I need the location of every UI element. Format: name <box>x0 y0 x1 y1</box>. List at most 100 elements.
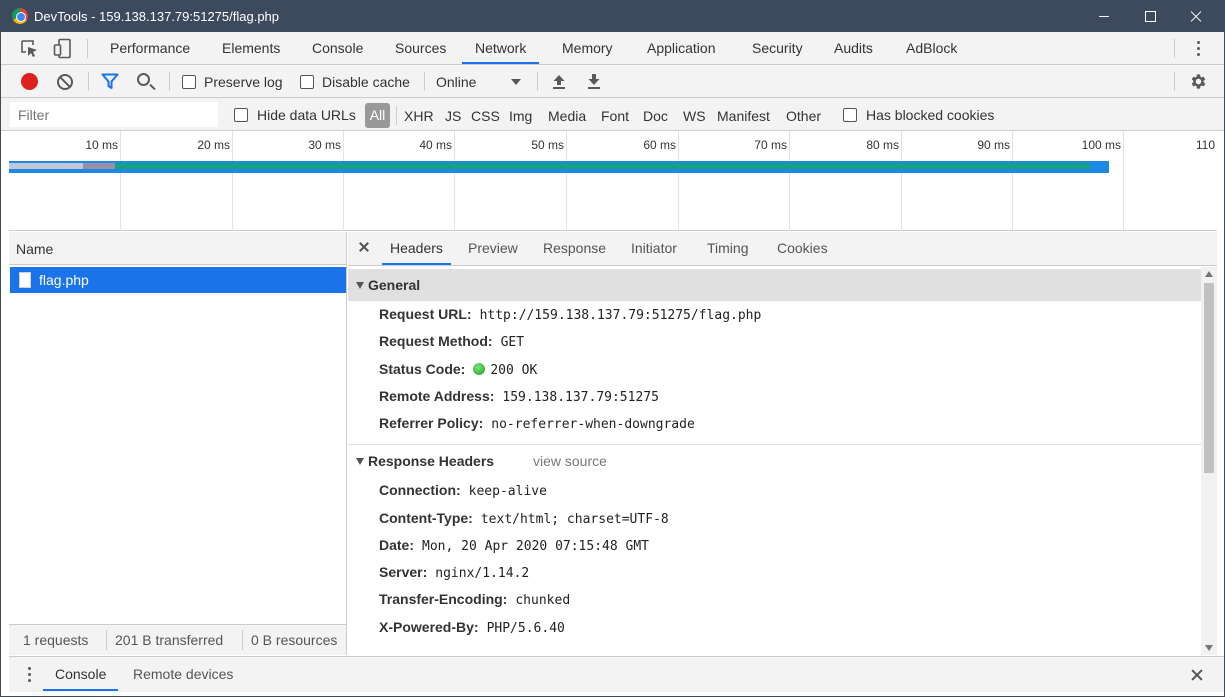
chevron-down-icon[interactable] <box>511 79 521 85</box>
header-key: Referrer Policy: <box>379 415 484 431</box>
scroll-down-icon[interactable] <box>1205 645 1213 651</box>
filter-type-doc[interactable]: Doc <box>643 108 668 124</box>
header-value: 159.138.137.79:51275 <box>502 390 659 405</box>
request-row[interactable]: flag.php <box>10 267 346 293</box>
gridline <box>120 131 121 231</box>
general-section-header[interactable]: General <box>348 269 1201 301</box>
clear-icon[interactable] <box>57 74 73 90</box>
scroll-thumb[interactable] <box>1204 283 1214 473</box>
header-value: nginx/1.14.2 <box>435 566 530 581</box>
tab-application[interactable]: Application <box>647 32 716 64</box>
tab-sources[interactable]: Sources <box>395 32 446 64</box>
header-key: Request Method: <box>379 333 493 349</box>
drawer-tab-remote-devices[interactable]: Remote devices <box>133 657 233 691</box>
hide-data-urls-checkbox[interactable] <box>234 108 248 122</box>
tab-memory[interactable]: Memory <box>562 32 613 64</box>
close-window-button[interactable] <box>1173 1 1219 32</box>
document-icon <box>19 272 31 288</box>
has-blocked-cookies-checkbox[interactable] <box>843 108 857 122</box>
tab-network[interactable]: Network <box>462 32 540 64</box>
tab-performance[interactable]: Performance <box>110 32 190 64</box>
network-toolbar: Preserve log Disable cache Online <box>1 65 1224 98</box>
tick-label: 40 ms <box>419 138 452 152</box>
network-status-bar: 1 requests 201 B transferred 0 B resourc… <box>9 624 346 655</box>
tab-headers[interactable]: Headers <box>382 232 451 265</box>
column-header-name[interactable]: Name <box>16 241 53 257</box>
import-har-icon[interactable] <box>551 73 567 90</box>
close-drawer-icon[interactable] <box>1190 668 1204 682</box>
header-key: Date: <box>379 537 415 553</box>
filter-type-font[interactable]: Font <box>601 108 629 124</box>
tab-console[interactable]: Console <box>312 32 363 64</box>
response-headers-section-header[interactable]: Response Headers view source <box>348 444 1201 476</box>
tab-timing[interactable]: Timing <box>707 232 749 265</box>
toolbar-divider <box>1174 72 1175 91</box>
request-list-header[interactable]: Name <box>9 232 346 265</box>
details-scrollbar[interactable] <box>1201 267 1217 655</box>
gridline <box>1012 131 1013 231</box>
header-row: Request Method: GET <box>379 333 524 350</box>
request-count: 1 requests <box>23 632 89 648</box>
search-icon[interactable] <box>137 73 150 86</box>
filter-type-ws[interactable]: WS <box>683 108 706 124</box>
timeline-overview[interactable]: 10 ms 20 ms 30 ms 40 ms 50 ms 60 ms 70 m… <box>9 131 1217 231</box>
minimize-button[interactable] <box>1081 1 1127 32</box>
tab-response[interactable]: Response <box>543 232 606 265</box>
drawer-bar: Console Remote devices <box>9 656 1224 692</box>
header-value: no-referrer-when-downgrade <box>491 417 695 432</box>
drawer-menu-icon[interactable] <box>28 667 32 685</box>
view-source-link[interactable]: view source <box>533 453 607 469</box>
has-blocked-cookies-label: Has blocked cookies <box>866 107 995 123</box>
tab-cookies[interactable]: Cookies <box>777 232 828 265</box>
chrome-icon <box>12 8 28 24</box>
close-icon[interactable] <box>358 240 370 252</box>
throttling-select[interactable]: Online <box>436 74 476 90</box>
filter-type-js[interactable]: JS <box>445 108 461 124</box>
record-icon[interactable] <box>21 73 38 90</box>
tab-audits[interactable]: Audits <box>834 32 873 64</box>
header-key: Remote Address: <box>379 388 495 404</box>
filter-type-css[interactable]: CSS <box>471 108 500 124</box>
header-value: 200 OK <box>490 363 538 378</box>
gridline <box>678 131 679 231</box>
tick-label: 60 ms <box>643 138 676 152</box>
disable-cache-checkbox[interactable] <box>300 75 314 89</box>
header-row: X-Powered-By: PHP/5.6.40 <box>379 619 565 636</box>
header-row: Remote Address: 159.138.137.79:51275 <box>379 388 659 405</box>
header-key: Connection: <box>379 482 461 498</box>
export-har-icon[interactable] <box>586 73 602 90</box>
filter-icon[interactable] <box>101 73 119 90</box>
timeline-bar-stalled <box>83 163 115 169</box>
header-row: Status Code: 200 OK <box>379 361 537 378</box>
toolbar-divider <box>169 72 170 91</box>
gridline <box>343 131 344 231</box>
drawer-tab-console[interactable]: Console <box>43 657 119 691</box>
tab-security[interactable]: Security <box>752 32 803 64</box>
details-tab-bar: Headers Preview Response Initiator Timin… <box>348 232 1217 266</box>
toolbar-divider <box>396 106 397 125</box>
tab-preview[interactable]: Preview <box>468 232 518 265</box>
header-key: X-Powered-By: <box>379 619 479 635</box>
gear-icon[interactable] <box>1189 72 1208 91</box>
filter-type-xhr[interactable]: XHR <box>404 108 434 124</box>
filter-input[interactable] <box>10 102 218 127</box>
request-name: flag.php <box>39 272 89 288</box>
gridline <box>454 131 455 231</box>
filter-type-manifest[interactable]: Manifest <box>717 108 770 124</box>
device-toolbar-icon[interactable] <box>53 38 73 60</box>
header-row: Server: nginx/1.14.2 <box>379 564 529 581</box>
scroll-up-icon[interactable] <box>1205 271 1213 277</box>
tab-elements[interactable]: Elements <box>222 32 280 64</box>
filter-type-img[interactable]: Img <box>509 108 532 124</box>
more-options-icon[interactable] <box>1197 41 1201 59</box>
tab-initiator[interactable]: Initiator <box>631 232 677 265</box>
section-title: General <box>368 277 421 293</box>
preserve-log-checkbox[interactable] <box>182 75 196 89</box>
tab-adblock[interactable]: AdBlock <box>906 32 957 64</box>
filter-type-all[interactable]: All <box>365 103 390 128</box>
filter-type-other[interactable]: Other <box>786 108 821 124</box>
triangle-down-icon <box>356 282 364 289</box>
filter-type-media[interactable]: Media <box>548 108 586 124</box>
maximize-button[interactable] <box>1127 1 1173 32</box>
inspect-element-icon[interactable] <box>20 39 40 59</box>
